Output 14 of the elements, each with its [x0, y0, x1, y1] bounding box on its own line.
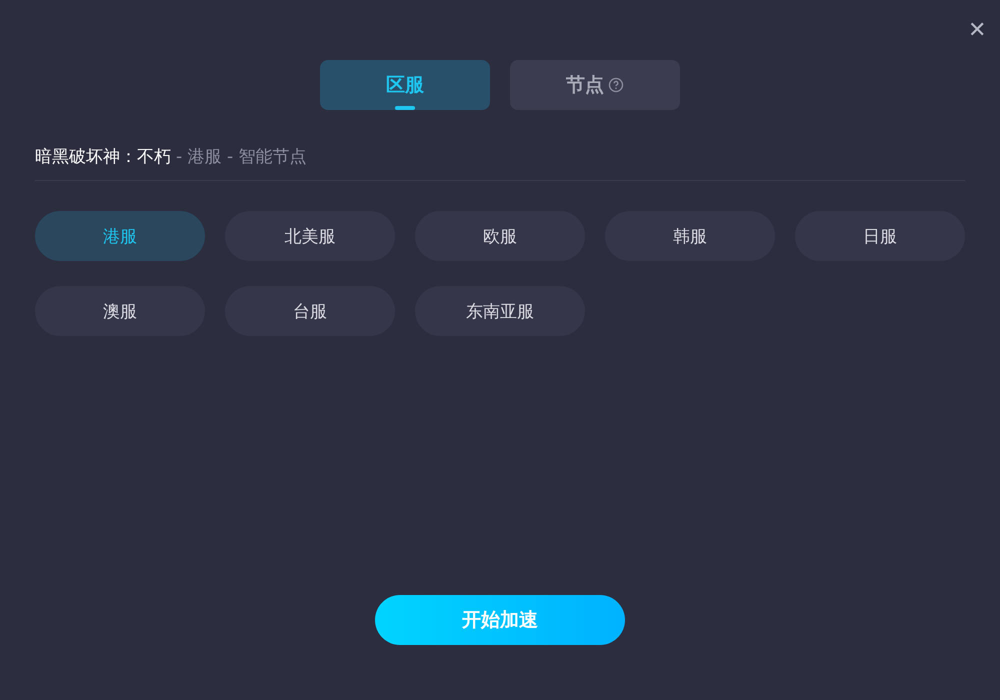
region-option[interactable]: 澳服 — [35, 286, 205, 336]
close-button[interactable]: ✕ — [964, 17, 990, 43]
selection-path: - 港服 - 智能节点 — [176, 146, 306, 168]
tab[interactable]: 区服 — [320, 60, 490, 110]
region-option[interactable]: 韩服 — [605, 211, 775, 261]
game-title: 暗黑破坏神：不朽 — [35, 146, 171, 168]
tab-indicator — [395, 106, 415, 110]
region-option[interactable]: 欧服 — [415, 211, 585, 261]
region-option[interactable]: 东南亚服 — [415, 286, 585, 336]
region-option[interactable]: 台服 — [225, 286, 395, 336]
region-option[interactable]: 港服 — [35, 211, 205, 261]
tab[interactable]: 节点 — [510, 60, 680, 110]
region-option[interactable]: 北美服 — [225, 211, 395, 261]
region-option[interactable]: 日服 — [795, 211, 965, 261]
